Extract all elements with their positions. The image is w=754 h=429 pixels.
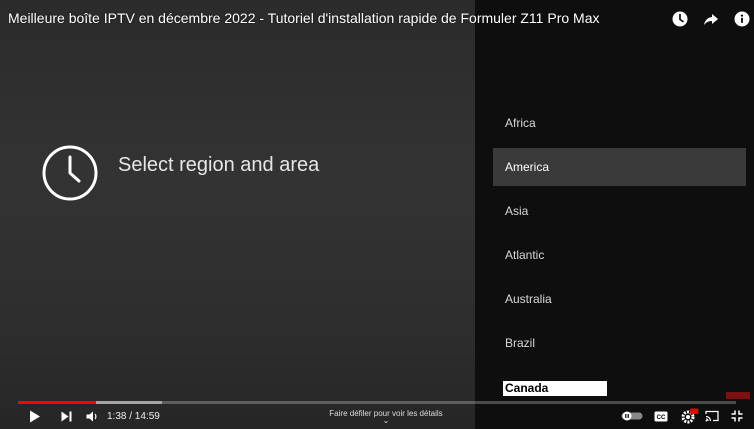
play-icon[interactable]: [27, 407, 43, 425]
clock-icon: [41, 144, 99, 202]
region-item-australia[interactable]: Australia: [493, 280, 746, 318]
player-controls: 1:38 / 14:59 Faire défiler pour voir les…: [0, 404, 754, 429]
chevron-down-icon: ⌄: [382, 416, 390, 425]
region-label: America: [505, 160, 550, 174]
next-icon[interactable]: [58, 407, 74, 425]
region-item-atlantic[interactable]: Atlantic: [493, 236, 746, 274]
top-actions: [671, 10, 750, 27]
autoplay-toggle-icon[interactable]: [620, 407, 644, 425]
exit-fullscreen-icon[interactable]: [729, 407, 745, 425]
region-item-asia[interactable]: Asia: [493, 192, 746, 230]
video-left-pane: [0, 0, 475, 429]
region-label: Atlantic: [505, 248, 545, 262]
scroll-hint[interactable]: Faire défiler pour voir les détails ⌄: [322, 409, 450, 425]
region-item-africa[interactable]: Africa: [493, 104, 746, 142]
region-item-canada[interactable]: Canada: [503, 381, 607, 396]
video-title[interactable]: Meilleure boîte IPTV en décembre 2022 - …: [8, 10, 668, 26]
share-icon[interactable]: [702, 10, 719, 27]
channel-logo: [726, 392, 750, 399]
region-label: Australia: [505, 292, 552, 306]
info-icon[interactable]: [733, 10, 750, 27]
region-label: Asia: [505, 204, 529, 218]
region-item-america[interactable]: America: [493, 148, 746, 186]
svg-text:CC: CC: [657, 414, 666, 420]
region-label: Africa: [505, 116, 536, 130]
region-item-brazil[interactable]: Brazil: [493, 324, 746, 362]
region-label: Brazil: [505, 336, 536, 350]
time-display: 1:38 / 14:59: [107, 411, 160, 422]
cast-icon[interactable]: [704, 407, 720, 425]
video-player[interactable]: Meilleure boîte IPTV en décembre 2022 - …: [0, 0, 754, 429]
settings-icon[interactable]: [680, 407, 700, 425]
volume-icon[interactable]: [84, 407, 100, 425]
page-heading: Select region and area: [118, 154, 320, 176]
region-list: Africa America Asia Atlantic Australia B…: [493, 104, 746, 368]
watch-later-icon[interactable]: [671, 10, 688, 27]
subtitles-icon[interactable]: CC: [653, 407, 669, 425]
